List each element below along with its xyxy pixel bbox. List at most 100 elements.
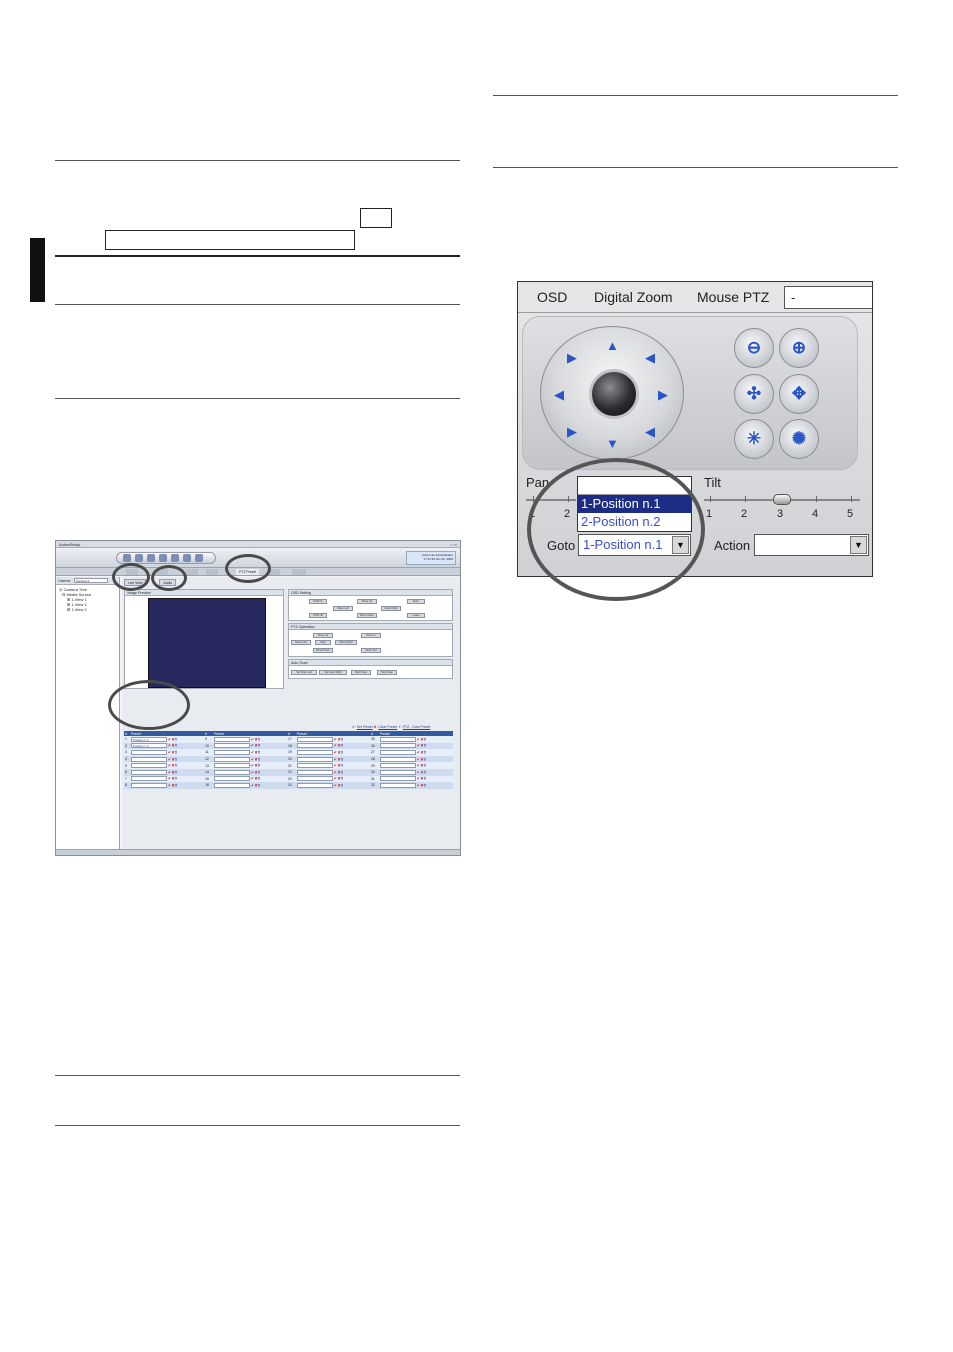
preset-name-field[interactable] [213, 763, 250, 769]
preset-action-icons[interactable]: ✔ ✘⇧ [333, 757, 343, 761]
preset-name-field[interactable] [213, 769, 250, 775]
preset-name-field[interactable] [130, 749, 167, 755]
preset-action-icons[interactable]: ✔ ✘⇧ [416, 737, 426, 741]
preset-action-icons[interactable]: ✔ ✘⇧ [167, 777, 177, 781]
tilt-slider-thumb[interactable] [773, 494, 791, 505]
preset-name-field[interactable] [379, 763, 416, 769]
start-scan-button[interactable]: Start Scan [351, 670, 371, 675]
preset-name-field[interactable] [213, 756, 250, 762]
preset-name-field[interactable] [379, 749, 416, 755]
preset-name-field[interactable] [213, 743, 250, 749]
preset-action-icons[interactable]: ✔ ✘⇧ [416, 777, 426, 781]
preset-action-icons[interactable]: ✔ ✘⇧ [250, 737, 260, 741]
action-select[interactable]: ▼ [754, 534, 869, 556]
ptz-move-down-button[interactable]: Move Down [313, 648, 333, 653]
ptz-zoom-out-button[interactable]: Zoom Out [361, 648, 381, 653]
up-arrow-icon[interactable]: ▲ [606, 339, 619, 352]
ptz-stop-button[interactable]: Stop [315, 640, 331, 645]
osd-leave-button[interactable]: Leave [407, 613, 425, 618]
preset-name-field[interactable] [379, 776, 416, 782]
preset-name-field[interactable] [296, 769, 333, 775]
preset-name-field[interactable] [379, 769, 416, 775]
window-controls[interactable]: ▫▫× [450, 542, 458, 547]
preset-name-field[interactable] [130, 769, 167, 775]
camera-select[interactable]: Camera 2 [74, 578, 109, 583]
preset-action-icons[interactable]: ✔ ✘⇧ [333, 770, 343, 774]
preset-action-icons[interactable]: ✔ ✘⇧ [250, 764, 260, 768]
menu-digital-zoom[interactable]: Digital Zoom [594, 289, 673, 305]
osd-move-up-button[interactable]: Move Up [357, 599, 377, 604]
focus-near-icon[interactable]: ✣ [734, 374, 774, 414]
down-arrow-icon[interactable]: ▼ [606, 437, 619, 450]
osd-off-button[interactable]: OSD Off [309, 613, 327, 618]
preset-name-field[interactable] [213, 749, 250, 755]
preset-action-icons[interactable]: ✔ ✘⇧ [250, 770, 260, 774]
set-scan-right-button[interactable]: Set Scan Right [319, 670, 347, 675]
down-left-arrow-icon[interactable]: ▶ [567, 425, 577, 438]
preset-name-field[interactable] [296, 743, 333, 749]
osd-move-down-button[interactable]: Move Down [357, 613, 377, 618]
preset-action-icons[interactable]: ✔ ✘⇧ [167, 757, 177, 761]
focus-far-icon[interactable]: ✥ [779, 374, 819, 414]
preset-action-icons[interactable]: ✔ ✘⇧ [167, 744, 177, 748]
tab-inactive[interactable] [206, 569, 218, 575]
down-right-arrow-icon[interactable]: ◀ [645, 425, 655, 438]
preset-action-icons[interactable]: ✔ ✘⇧ [333, 750, 343, 754]
preset-action-icons[interactable]: ✔ ✘⇧ [416, 750, 426, 754]
chevron-down-icon[interactable]: ▼ [850, 536, 867, 554]
preset-action-icons[interactable]: ✔ ✘⇧ [416, 757, 426, 761]
preset-name-field[interactable] [379, 756, 416, 762]
osd-move-right-button[interactable]: Move Right [381, 606, 401, 611]
preset-name-field[interactable] [130, 782, 167, 788]
preset-action-icons[interactable]: ✔ ✘⇧ [333, 777, 343, 781]
up-right-arrow-icon[interactable]: ◀ [645, 351, 655, 364]
ptz-zoom-in-button[interactable]: Zoom In [361, 633, 381, 638]
preset-action-icons[interactable]: ✔ ✘⇧ [250, 757, 260, 761]
zoom-in-icon[interactable]: ⊕ [779, 328, 819, 368]
preset-action-icons[interactable]: ✔ ✘⇧ [167, 764, 177, 768]
preset-action-icons[interactable]: ✔ ✘⇧ [333, 744, 343, 748]
set-scan-left-button[interactable]: Set Scan Left [291, 670, 317, 675]
preset-name-field[interactable] [213, 776, 250, 782]
menu-mouse-ptz[interactable]: Mouse PTZ [697, 289, 769, 305]
preset-action-icons[interactable]: ✔ ✘⇧ [167, 750, 177, 754]
mouse-ptz-field[interactable]: - [784, 286, 872, 309]
preset-action-icons[interactable]: ✔ ✘⇧ [250, 777, 260, 781]
preset-action-icons[interactable]: ✔ ✘⇧ [250, 750, 260, 754]
preset-name-field[interactable] [379, 782, 416, 788]
preset-name-field[interactable] [379, 736, 416, 742]
preset-action-icons[interactable]: ✔ ✘⇧ [416, 770, 426, 774]
preset-name-field[interactable] [296, 756, 333, 762]
preset-name-field[interactable] [213, 782, 250, 788]
ptz-move-right-button[interactable]: Move Right [335, 640, 357, 645]
preset-name-field[interactable] [296, 782, 333, 788]
preset-action-icons[interactable]: ✔ ✘⇧ [167, 770, 177, 774]
preset-action-icons[interactable]: ✔ ✘⇧ [416, 744, 426, 748]
menu-osd[interactable]: OSD [537, 289, 567, 305]
preset-action-icons[interactable]: ✔ ✘⇧ [167, 737, 177, 741]
preset-action-icons[interactable]: ✔ ✘⇧ [333, 737, 343, 741]
preset-name-field[interactable] [296, 776, 333, 782]
preset-action-icons[interactable]: ✔ ✘⇧ [250, 744, 260, 748]
tab-inactive[interactable] [186, 569, 198, 575]
preset-name-field[interactable] [296, 749, 333, 755]
preset-action-icons[interactable]: ✔ ✘⇧ [416, 783, 426, 787]
preset-action-icons[interactable]: ✔ ✘⇧ [416, 764, 426, 768]
preset-name-field[interactable] [213, 736, 250, 742]
tree-item[interactable]: ⊞ 1.View 2 [59, 607, 116, 612]
preset-action-icons[interactable]: ✔ ✘⇧ [167, 783, 177, 787]
preset-name-field[interactable] [130, 756, 167, 762]
joystick-knob-icon[interactable] [589, 369, 639, 419]
osd-on-button[interactable]: OSD On [309, 599, 327, 604]
ptz-move-left-button[interactable]: Move Left [291, 640, 311, 645]
preset-name-field[interactable]: Position n.2 [130, 743, 167, 749]
preset-name-field[interactable]: Position n.1 [130, 736, 167, 742]
preset-name-field[interactable] [296, 736, 333, 742]
iris-open-icon[interactable]: ✺ [779, 419, 819, 459]
osd-enter-button[interactable]: Enter [407, 599, 425, 604]
preset-action-icons[interactable]: ✔ ✘⇧ [333, 764, 343, 768]
osd-move-left-button[interactable]: Move Left [333, 606, 353, 611]
tab-inactive[interactable] [292, 569, 307, 575]
up-left-arrow-icon[interactable]: ▶ [567, 351, 577, 364]
preset-name-field[interactable] [379, 743, 416, 749]
